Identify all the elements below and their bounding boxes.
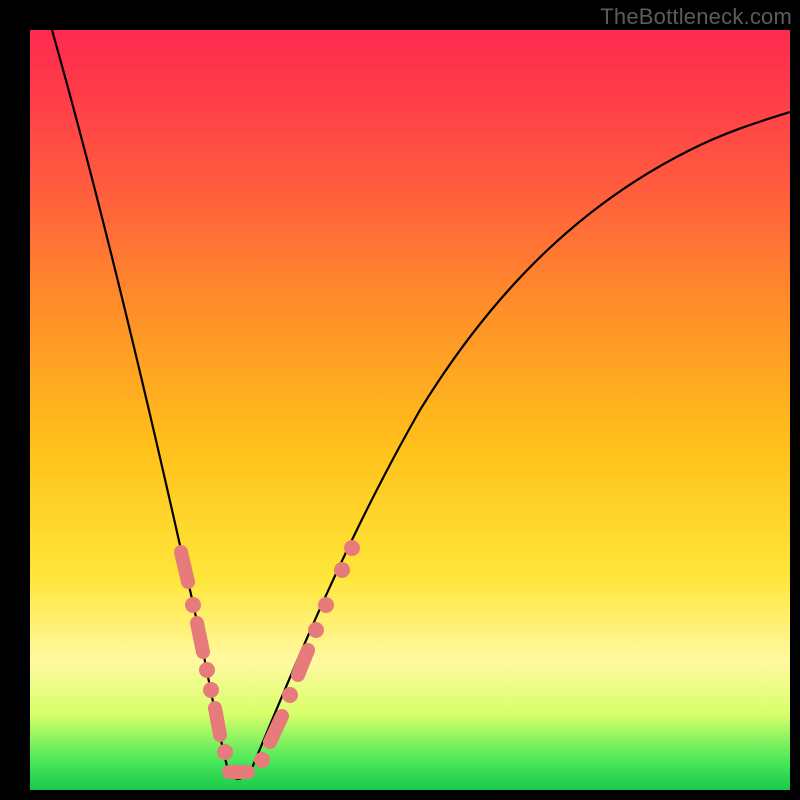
bead-dot (282, 687, 298, 703)
chart-frame: TheBottleneck.com (0, 0, 800, 800)
bead-dot (203, 682, 219, 698)
bead-dot (308, 622, 324, 638)
plot-area (30, 30, 790, 790)
bottleneck-curve (52, 30, 790, 779)
bead-segment (197, 623, 203, 652)
watermark-text: TheBottleneck.com (600, 4, 792, 30)
bead-segment (181, 552, 188, 582)
bead-dot (334, 562, 350, 578)
bead-dot (344, 540, 360, 556)
bead-dot (318, 597, 334, 613)
bead-dot (199, 662, 215, 678)
bead-cluster-left (181, 552, 233, 760)
bead-cluster-bottom (229, 752, 270, 772)
curve-layer (30, 30, 790, 790)
bead-dot (254, 752, 270, 768)
bead-dot (217, 744, 233, 760)
bead-segment (215, 708, 220, 735)
bead-dot (185, 597, 201, 613)
bead-cluster-right (270, 540, 360, 742)
bead-segment (298, 650, 308, 675)
